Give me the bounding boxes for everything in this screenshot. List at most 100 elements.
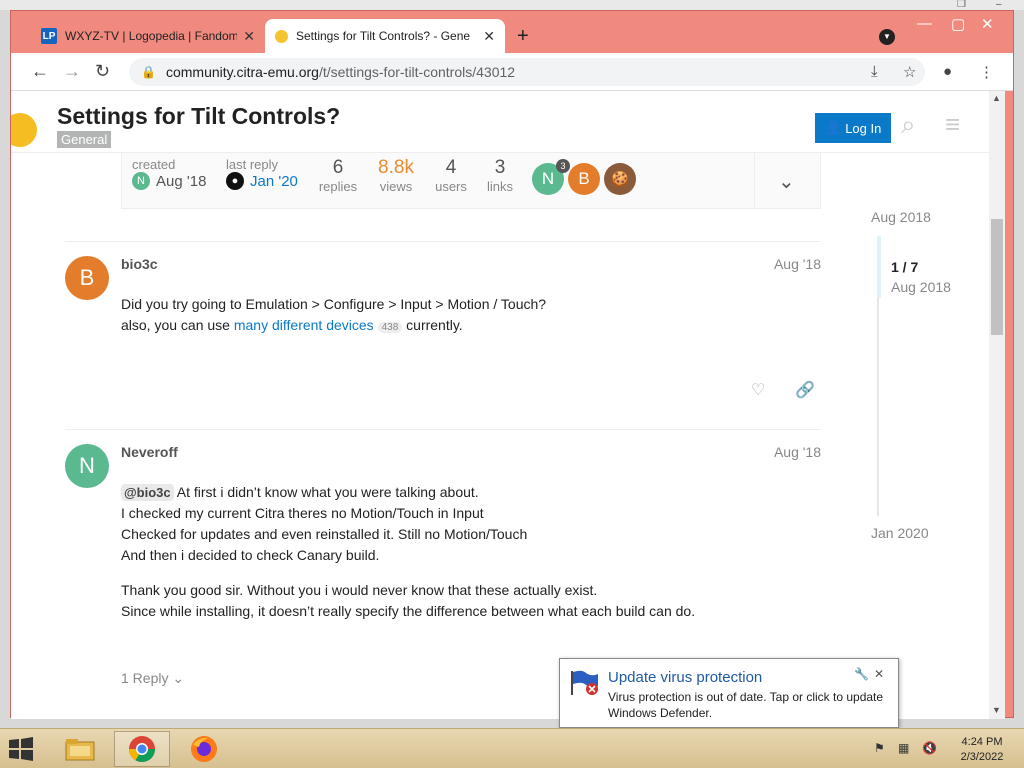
stat-views: 8.8k views <box>374 157 418 194</box>
timeline-handle[interactable] <box>877 236 881 298</box>
timeline-position: 1 / 7 <box>891 259 919 275</box>
scroll-up-icon[interactable]: ▲ <box>992 93 1001 103</box>
install-icon[interactable]: ⤓ <box>871 63 878 80</box>
defender-notification[interactable]: Update virus protection Virus protection… <box>559 658 899 728</box>
stat-value: 6 <box>332 157 344 178</box>
search-icon[interactable]: ⌕ <box>901 109 916 141</box>
avatar[interactable]: B <box>65 256 109 300</box>
participant-avatar-cookie[interactable]: 🍪 <box>604 163 636 195</box>
scroll-thumb[interactable] <box>991 219 1003 335</box>
lock-icon[interactable]: 🔒 <box>141 65 156 79</box>
chevron-down-icon[interactable]: ⌄ <box>778 169 795 194</box>
address-bar[interactable]: 🔒 community.citra-emu.org/t/settings-for… <box>129 58 925 86</box>
back-icon[interactable]: ← <box>31 61 49 82</box>
profile-icon[interactable]: ● <box>943 63 952 80</box>
page-scrollbar[interactable]: ▲ ▼ <box>989 91 1005 719</box>
last-reply-value[interactable]: ● Jan '20 <box>226 172 298 190</box>
like-heart-icon[interactable]: ♡ <box>751 380 765 400</box>
firefox-button[interactable] <box>176 731 232 767</box>
avatar: ● <box>226 172 244 190</box>
replies-toggle[interactable]: 1 Reply ⌄ <box>121 670 184 687</box>
network-icon[interactable]: ▦ <box>898 741 909 755</box>
post-date[interactable]: Aug '18 <box>774 444 821 460</box>
text: also, you can use <box>121 317 234 333</box>
page-title[interactable]: Settings for Tilt Controls? <box>57 103 340 130</box>
avatar[interactable]: N <box>65 444 109 488</box>
cookie-icon: 🍪 <box>610 171 630 188</box>
notification-body: Virus protection is out of date. Tap or … <box>608 690 884 720</box>
share-link-icon[interactable]: 🔗 <box>795 380 815 400</box>
web-page: Settings for Tilt Controls? General 👤 Lo… <box>11 91 999 719</box>
timeline-position-date: Aug 2018 <box>891 279 951 295</box>
citra-logo[interactable] <box>11 113 37 147</box>
file-explorer-button[interactable] <box>52 731 108 767</box>
stat-label: links <box>486 179 513 194</box>
desktop-top-strip: ❐ – <box>0 0 1024 10</box>
reload-icon[interactable]: ↻ <box>95 61 110 82</box>
url-host: community.citra-emu.org <box>165 64 319 80</box>
browser-toolbar: ← → ↻ 🔒 community.citra-emu.org/t/settin… <box>11 53 1013 91</box>
last-reply-info: last reply ● Jan '20 <box>226 157 298 190</box>
defender-warning-icon[interactable]: ⚑ <box>874 741 885 755</box>
post-username[interactable]: bio3c <box>121 256 158 272</box>
post-line: Thank you good sir. Without you i would … <box>121 582 598 598</box>
participant-letter: B <box>578 169 590 188</box>
timeline-start-date[interactable]: Aug 2018 <box>871 209 931 225</box>
volume-muted-icon[interactable]: 🔇 <box>922 741 937 755</box>
close-tab-icon[interactable]: ✕ <box>243 28 255 45</box>
scroll-down-icon[interactable]: ▼ <box>992 705 1001 715</box>
post-line: Did you try going to Emulation > Configu… <box>121 296 547 312</box>
created-label: created <box>132 157 176 172</box>
hamburger-menu-icon[interactable]: ≡ <box>945 109 960 140</box>
login-button[interactable]: 👤 Log In <box>815 113 892 143</box>
chrome-button[interactable] <box>114 731 170 767</box>
system-clock[interactable]: 4:24 PM 2/3/2022 <box>950 735 1014 765</box>
post-line: I checked my current Citra theres no Mot… <box>121 505 484 521</box>
text: currently. <box>402 317 463 333</box>
participant-letter: N <box>541 169 555 188</box>
tab-wxyz[interactable]: LP WXYZ-TV | Logopedia | Fandom ✕ <box>31 19 265 53</box>
tab-title: WXYZ-TV | Logopedia | Fandom <box>65 29 238 43</box>
participant-avatar[interactable]: B <box>568 163 600 195</box>
logopedia-icon: LP <box>41 28 57 44</box>
stat-users: 4 users <box>432 157 470 194</box>
minimize-icon: – <box>996 0 1002 10</box>
firefox-icon <box>191 736 217 762</box>
bookmark-star-icon[interactable]: ☆ <box>903 63 916 81</box>
stat-links: 3 links <box>482 157 518 194</box>
post-line: also, you can use many different devices… <box>121 315 546 338</box>
tab-settings-tilt[interactable]: Settings for Tilt Controls? - Gene ✕ <box>265 19 505 53</box>
post-line: Checked for updates and even reinstalled… <box>121 526 528 542</box>
minimize-window-icon[interactable]: — <box>917 15 932 32</box>
post-date[interactable]: Aug '18 <box>774 256 821 272</box>
stat-label: replies <box>318 179 358 194</box>
url-path: /t/settings-for-tilt-controls/43012 <box>318 64 516 80</box>
browser-window: LP WXYZ-TV | Logopedia | Fandom ✕ Settin… <box>10 10 1014 719</box>
timeline-end-date[interactable]: Jan 2020 <box>871 525 929 541</box>
close-icon[interactable]: ✕ <box>874 667 884 681</box>
mention-link[interactable]: @bio3c <box>121 484 174 501</box>
tab-search-icon[interactable]: ▼ <box>879 29 895 45</box>
topic-summary: created N Aug '18 last reply ● Jan '20 6… <box>121 153 821 209</box>
last-reply-label: last reply <box>226 157 279 172</box>
stat-value: 3 <box>494 157 506 178</box>
menu-kebab-icon[interactable]: ⋮ <box>979 63 994 81</box>
post-username[interactable]: Neveroff <box>121 444 178 460</box>
devices-link[interactable]: many different devices <box>234 317 374 333</box>
maximize-window-icon[interactable]: ▢ <box>951 15 965 33</box>
forward-icon[interactable]: → <box>63 61 81 82</box>
clock-time: 4:24 PM <box>961 736 1003 748</box>
windows-start-icon[interactable] <box>8 737 34 761</box>
participant-avatar[interactable]: N 3 <box>532 159 570 195</box>
created-info: created N Aug '18 <box>132 157 206 190</box>
person-icon: 👤 <box>825 120 842 135</box>
created-value[interactable]: N Aug '18 <box>132 172 206 190</box>
options-wrench-icon[interactable]: 🔧 <box>854 667 869 681</box>
tab-title: Settings for Tilt Controls? - Gene <box>296 29 471 43</box>
close-window-icon[interactable]: ✕ <box>981 15 994 33</box>
chevron-down-icon: ⌄ <box>172 670 185 686</box>
new-tab-icon[interactable]: + <box>517 25 529 48</box>
stat-label: users <box>435 179 467 194</box>
close-tab-icon[interactable]: ✕ <box>483 28 495 45</box>
category-badge[interactable]: General <box>57 131 112 148</box>
